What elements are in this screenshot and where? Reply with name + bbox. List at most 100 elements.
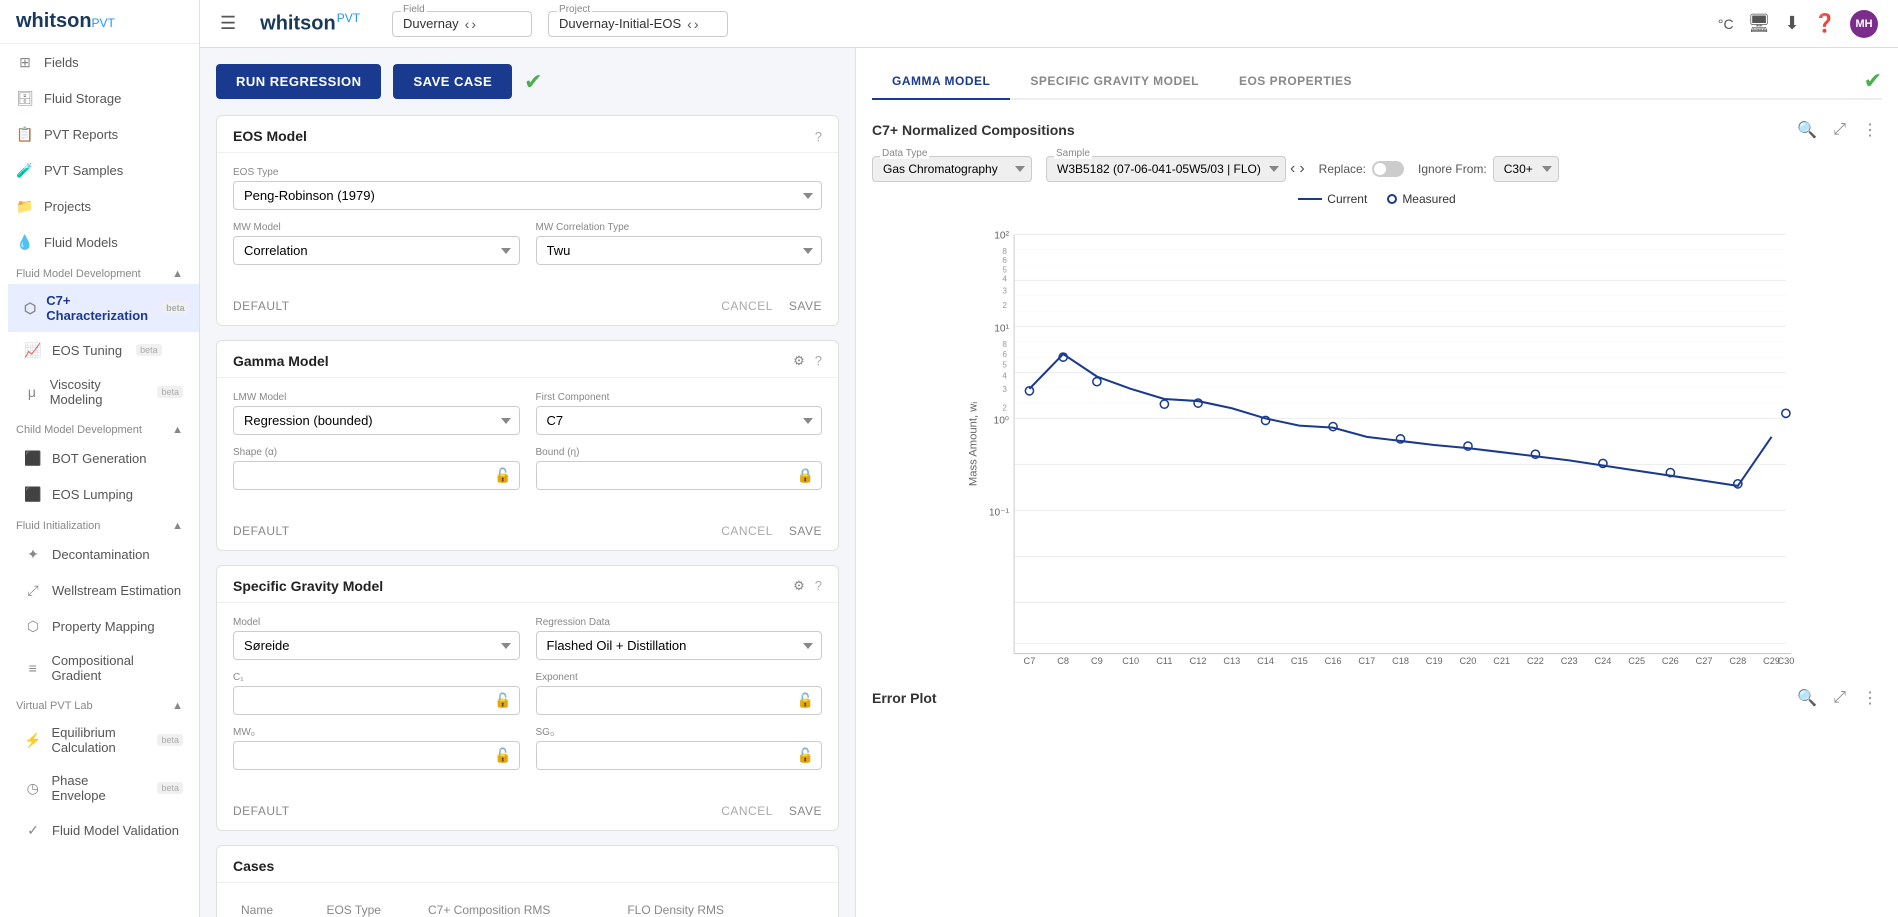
sidebar-item-pvt-samples[interactable]: 🧪 PVT Samples [0, 152, 199, 188]
sidebar-item-wellstream-estimation[interactable]: ⤢ Wellstream Estimation [8, 572, 199, 608]
run-regression-button[interactable]: RUN REGRESSION [216, 64, 381, 99]
tab-eos-properties[interactable]: EOS PROPERTIES [1219, 64, 1372, 100]
exponent-input[interactable]: 0.142972 [536, 686, 823, 715]
data-type-select[interactable]: Gas Chromatography [872, 156, 1032, 182]
sg-header-icons: ⚙ ? [793, 578, 822, 594]
hamburger-icon[interactable]: ☰ [220, 13, 236, 34]
mw-correlation-select[interactable]: Twu [536, 236, 823, 265]
error-plot-search-icon[interactable]: 🔍 [1793, 684, 1821, 712]
mw0-lock-icon[interactable]: 🔓 [494, 747, 511, 764]
sg0-input[interactable]: 0.2855 [536, 741, 823, 770]
eos-save-button[interactable]: SAVE [789, 299, 822, 313]
collapse-child-model-dev[interactable]: ▲ [172, 424, 183, 436]
sample-prev-icon[interactable]: ‹ [1290, 160, 1295, 178]
topbar: ☰ whitsonPVT Field Duvernay ‹ › Project … [200, 0, 1898, 48]
ignore-from-select[interactable]: C30+ [1493, 156, 1559, 182]
eos-default-button[interactable]: DEFAULT [233, 299, 290, 313]
mw0-input[interactable]: 66 [233, 741, 520, 770]
shape-lock-icon[interactable]: 🔓 [494, 467, 511, 484]
project-nav[interactable]: ‹ › [687, 16, 698, 32]
c1-lock-icon[interactable]: 🔓 [494, 692, 511, 709]
eos-type-select[interactable]: Peng-Robinson (1979) [233, 181, 822, 210]
sidebar-item-phase-envelope[interactable]: ◷ Phase Envelope beta [8, 764, 199, 812]
sidebar-item-decontamination[interactable]: ✦ Decontamination [8, 536, 199, 572]
bound-lock-icon[interactable]: 🔒 [797, 467, 814, 484]
field-next-icon[interactable]: › [471, 16, 476, 32]
sidebar-item-compositional-gradient[interactable]: ≡ Compositional Gradient [8, 644, 199, 692]
project-selector[interactable]: Project Duvernay-Initial-EOS ‹ › [548, 11, 728, 37]
field-prev-icon[interactable]: ‹ [465, 16, 470, 32]
c1-input[interactable]: 0.266614 [233, 686, 520, 715]
save-case-button[interactable]: SAVE CASE [393, 64, 512, 99]
sidebar-item-projects[interactable]: 📁 Projects [0, 188, 199, 224]
child-model-dev-items: ⬛ BOT Generation ⬛ EOS Lumping [0, 440, 199, 512]
c7-icon: ⬡ [24, 299, 36, 317]
sg-cancel-button[interactable]: CANCEL [721, 804, 773, 818]
gamma-cancel-button[interactable]: CANCEL [721, 524, 773, 538]
brand: whitsonPVT [260, 11, 360, 36]
replace-toggle-switch[interactable] [1372, 161, 1404, 177]
error-plot-expand-icon[interactable]: ⤢ [1829, 684, 1850, 712]
sidebar-item-property-mapping[interactable]: ⬡ Property Mapping [8, 608, 199, 644]
cases-header: Cases [217, 846, 838, 883]
chart-more-icon[interactable]: ⋮ [1858, 116, 1882, 144]
collapse-fluid-init[interactable]: ▲ [172, 520, 183, 532]
cases-table: Name EOS Type C7+ Composition RMS FLO De… [233, 897, 822, 917]
help-icon[interactable]: ❓ [1814, 13, 1836, 34]
sg-save-button[interactable]: SAVE [789, 804, 822, 818]
temp-unit[interactable]: °C [1718, 16, 1734, 32]
sidebar-item-fluid-models[interactable]: 💧 Fluid Models [0, 224, 199, 260]
sample-select[interactable]: W3B5182 (07-06-041-05W5/03 | FLO) [1046, 156, 1286, 182]
download-icon[interactable]: ⬇ [1784, 13, 1799, 34]
field-selector[interactable]: Field Duvernay ‹ › [392, 11, 532, 37]
project-next-icon[interactable]: › [694, 16, 699, 32]
lmw-model-select[interactable]: Regression (bounded) [233, 406, 520, 435]
monitor-icon[interactable]: 🖥 [1748, 13, 1771, 34]
field-nav[interactable]: ‹ › [465, 16, 476, 32]
eos-model-help-icon[interactable]: ? [815, 129, 822, 144]
bound-input[interactable]: 96.4573 [536, 461, 823, 490]
collapse-virtual-pvt[interactable]: ▲ [172, 700, 183, 712]
sidebar-item-eos-lumping[interactable]: ⬛ EOS Lumping [8, 476, 199, 512]
chart-search-icon[interactable]: 🔍 [1793, 116, 1821, 144]
sidebar-item-pvt-reports[interactable]: 📋 PVT Reports [0, 116, 199, 152]
sidebar-item-fields[interactable]: ⊞ Fields [0, 44, 199, 80]
tab-specific-gravity[interactable]: SPECIFIC GRAVITY MODEL [1010, 64, 1219, 100]
exponent-lock-icon[interactable]: 🔓 [797, 692, 814, 709]
sidebar-item-fluid-model-validation[interactable]: ✓ Fluid Model Validation [8, 812, 199, 848]
eos-cancel-button[interactable]: CANCEL [721, 299, 773, 313]
mw-model-select[interactable]: Correlation [233, 236, 520, 265]
tab-gamma-model[interactable]: GAMMA MODEL [872, 64, 1010, 100]
regression-data-select[interactable]: Flashed Oil + Distillation [536, 631, 823, 660]
sidebar-item-equilibrium-calculation[interactable]: ⚡ Equilibrium Calculation beta [8, 716, 199, 764]
chart-expand-icon[interactable]: ⤢ [1829, 116, 1850, 144]
sg-settings-icon[interactable]: ⚙ [793, 578, 805, 594]
gamma-settings-icon[interactable]: ⚙ [793, 353, 805, 369]
sg-model-row: Model Søreide Regression Data Flashed Oi… [233, 617, 822, 660]
error-plot-more-icon[interactable]: ⋮ [1858, 684, 1882, 712]
gamma-model-header: Gamma Model ⚙ ? [217, 341, 838, 378]
sample-next-icon[interactable]: › [1299, 160, 1304, 178]
sg-model-group: Model Søreide [233, 617, 520, 660]
first-component-select[interactable]: C7 [536, 406, 823, 435]
shape-input[interactable]: 0.732165 [233, 461, 520, 490]
sg-model-select[interactable]: Søreide [233, 631, 520, 660]
sg0-lock-icon[interactable]: 🔓 [797, 747, 814, 764]
main-chart: Mass Amount, wᵢ [872, 214, 1882, 674]
sg-help-icon[interactable]: ? [815, 578, 822, 594]
sidebar-item-bot-generation[interactable]: ⬛ BOT Generation [8, 440, 199, 476]
project-prev-icon[interactable]: ‹ [687, 16, 692, 32]
shape-bound-row: Shape (α) 0.732165 🔓 Bound (η) 96.4573 🔒 [233, 447, 822, 490]
gamma-save-button[interactable]: SAVE [789, 524, 822, 538]
gamma-default-button[interactable]: DEFAULT [233, 524, 290, 538]
sg-default-button[interactable]: DEFAULT [233, 804, 290, 818]
content: RUN REGRESSION SAVE CASE ✔ EOS Model ? E… [200, 48, 1898, 917]
sidebar-item-eos-tuning[interactable]: 📈 EOS Tuning beta [8, 332, 199, 368]
avatar[interactable]: MH [1850, 10, 1878, 38]
collapse-fluid-model-dev[interactable]: ▲ [172, 268, 183, 280]
sidebar-item-viscosity-modeling[interactable]: μ Viscosity Modeling beta [8, 368, 199, 416]
gamma-help-icon[interactable]: ? [815, 353, 822, 369]
sidebar-item-c7-characterization[interactable]: ⬡ C7+ Characterization beta [8, 284, 199, 332]
chart-header-icons: 🔍 ⤢ ⋮ [1793, 116, 1882, 144]
sidebar-item-fluid-storage[interactable]: 🗄 Fluid Storage [0, 80, 199, 116]
